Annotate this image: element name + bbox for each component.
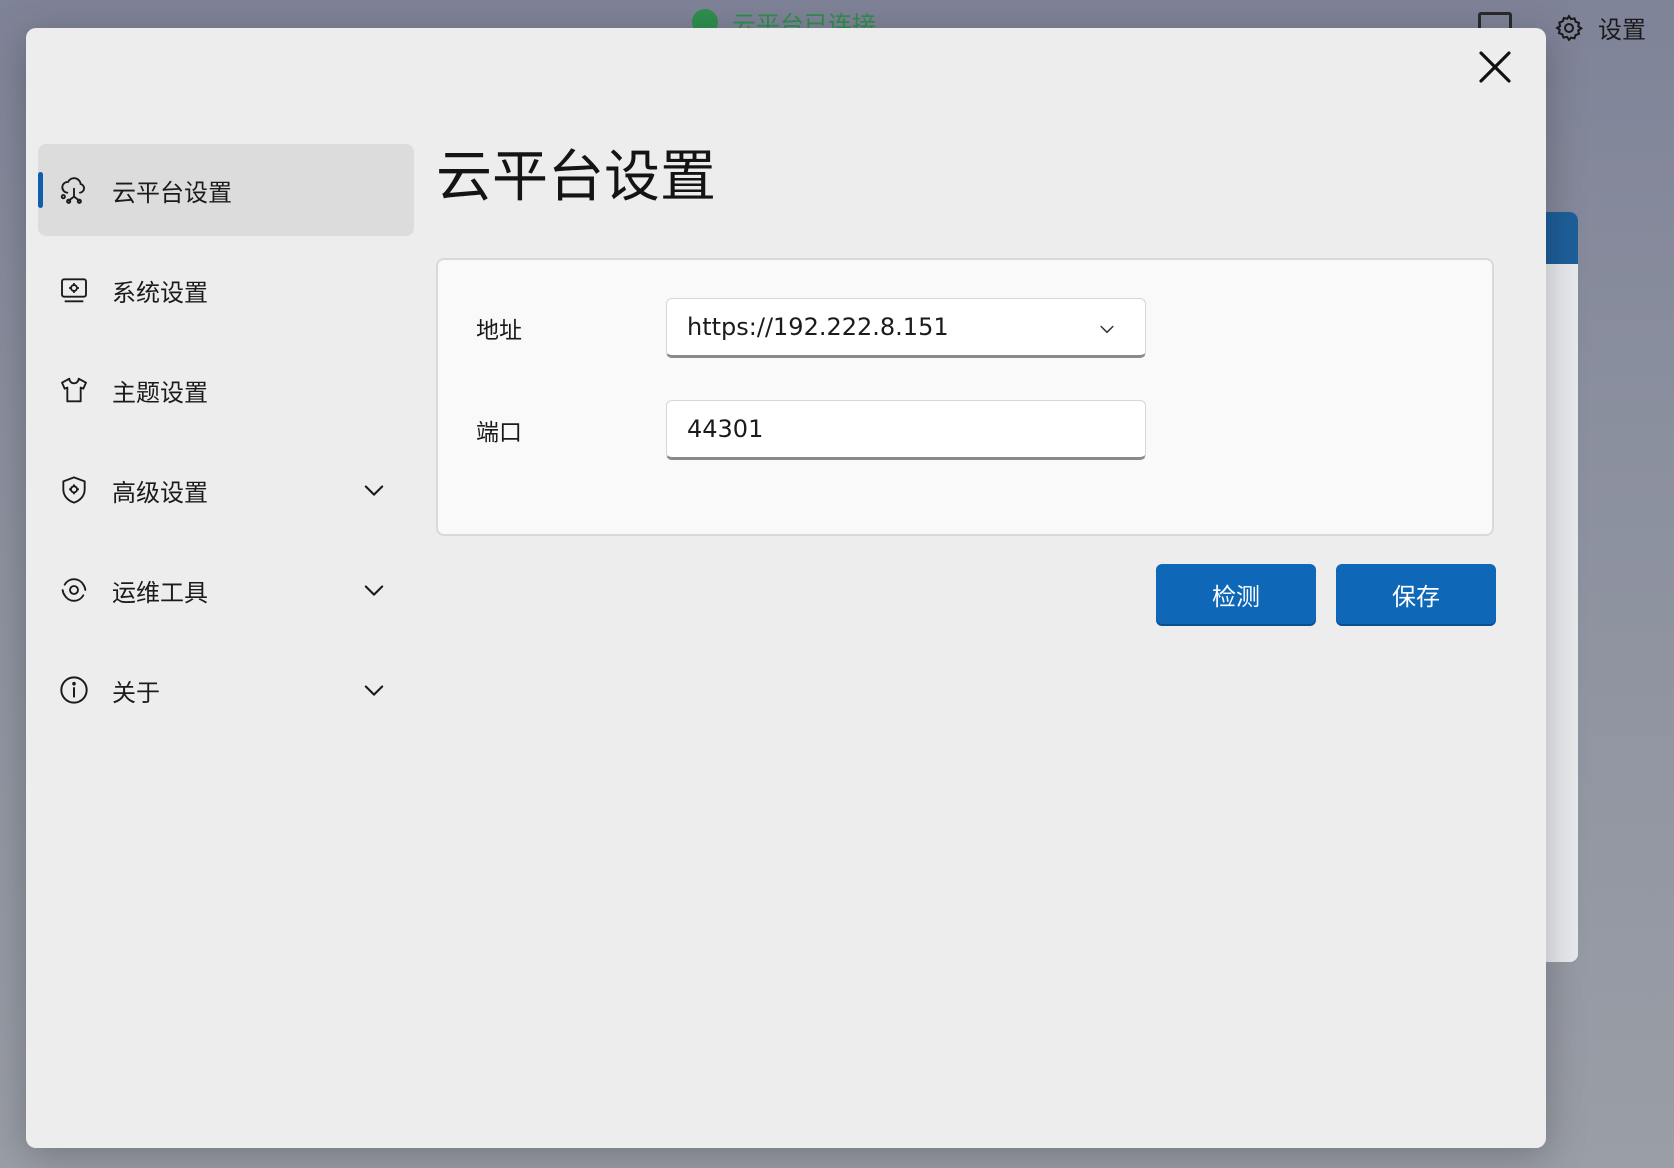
tools-cycle-icon bbox=[58, 574, 90, 606]
address-row: 地址 bbox=[476, 298, 1146, 358]
cloud-network-icon bbox=[58, 174, 90, 206]
sidebar-item-label: 关于 bbox=[112, 678, 160, 707]
cloud-settings-form: 地址 端口 bbox=[436, 258, 1494, 536]
chevron-down-icon[interactable] bbox=[360, 676, 388, 704]
settings-sidebar: 云平台设置 系统设置 主题设置 高级设置 运维工具 关于 bbox=[38, 144, 414, 744]
gear-icon bbox=[1555, 13, 1584, 42]
shield-gear-icon bbox=[58, 474, 90, 506]
sidebar-item-label: 运维工具 bbox=[112, 578, 208, 607]
address-input[interactable] bbox=[685, 312, 1127, 342]
chevron-down-icon[interactable] bbox=[1097, 319, 1117, 339]
sidebar-item-advanced[interactable]: 高级设置 bbox=[38, 444, 414, 536]
address-label: 地址 bbox=[476, 318, 522, 344]
settings-dialog: 云平台设置 系统设置 主题设置 高级设置 运维工具 关于 云平台设置 地址 ht… bbox=[26, 28, 1546, 1148]
sidebar-item-system[interactable]: 系统设置 bbox=[38, 244, 414, 336]
port-row: 端口 bbox=[476, 400, 1146, 460]
save-button[interactable]: 保存 bbox=[1336, 564, 1496, 624]
tshirt-icon bbox=[58, 374, 90, 406]
check-button[interactable]: 检测 bbox=[1156, 564, 1316, 624]
sidebar-item-about[interactable]: 关于 bbox=[38, 644, 414, 736]
port-label: 端口 bbox=[476, 420, 522, 446]
info-icon bbox=[58, 674, 90, 706]
chevron-down-icon[interactable] bbox=[360, 476, 388, 504]
sidebar-item-theme[interactable]: 主题设置 bbox=[38, 344, 414, 436]
sidebar-item-label: 系统设置 bbox=[112, 278, 208, 307]
port-input[interactable] bbox=[685, 414, 1127, 444]
bg-settings-label: 设置 bbox=[1598, 16, 1646, 44]
port-field[interactable] bbox=[666, 400, 1146, 460]
close-icon[interactable] bbox=[1474, 46, 1516, 88]
system-settings-icon bbox=[58, 274, 90, 306]
bg-settings-button[interactable]: 设置 bbox=[1554, 10, 1646, 45]
chevron-down-icon[interactable] bbox=[360, 576, 388, 604]
sidebar-item-label: 主题设置 bbox=[112, 378, 208, 407]
page-title: 云平台设置 bbox=[436, 145, 716, 210]
sidebar-item-cloud-platform[interactable]: 云平台设置 bbox=[38, 144, 414, 236]
sidebar-item-ops-tools[interactable]: 运维工具 bbox=[38, 544, 414, 636]
sidebar-item-label: 高级设置 bbox=[112, 478, 208, 507]
sidebar-item-label: 云平台设置 bbox=[112, 178, 232, 207]
address-combobox[interactable] bbox=[666, 298, 1146, 358]
